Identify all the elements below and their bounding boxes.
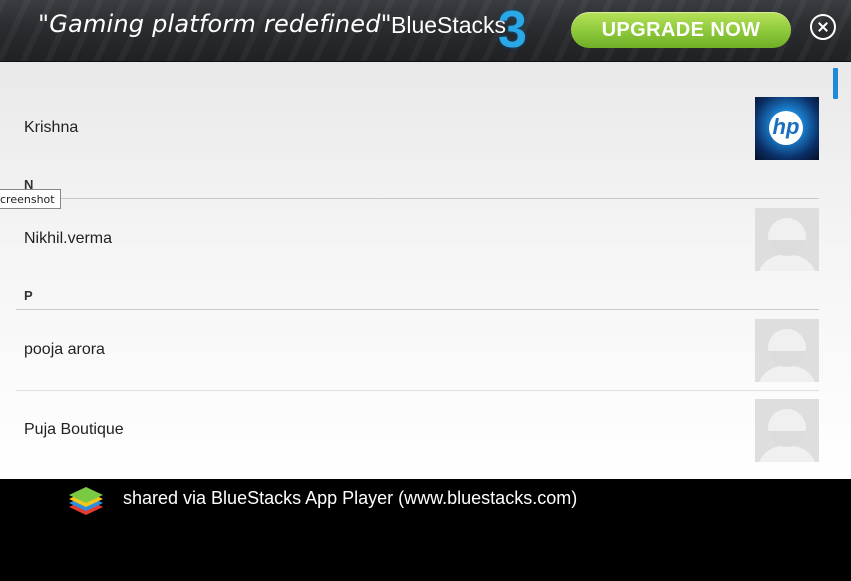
upgrade-now-button[interactable]: UPGRADE NOW	[571, 12, 791, 48]
contact-name: Puja Boutique	[24, 421, 124, 438]
contact-name: Krishna	[24, 119, 79, 136]
list-item[interactable]: pooja arora	[0, 310, 833, 390]
screenshot-tooltip: creenshot	[0, 189, 61, 209]
hp-logo-icon: hp	[769, 111, 803, 145]
list-item[interactable]: Puja Boutique	[0, 391, 833, 479]
contact-name: pooja arora	[24, 341, 105, 358]
list-item[interactable]: Nikhil.verma	[0, 199, 833, 295]
scrollbar[interactable]	[833, 68, 838, 99]
contact-name: Nikhil.verma	[24, 230, 113, 247]
share-footer: shared via BlueStacks App Player (www.bl…	[0, 479, 851, 581]
share-footer-text: shared via BlueStacks App Player (www.bl…	[123, 488, 578, 508]
list-item[interactable]: Krishna hp	[0, 62, 833, 172]
ad-brand-version: 3	[498, 1, 527, 59]
bluestacks-logo-icon	[69, 487, 103, 515]
contact-list[interactable]: Krishna hp N Nikhil.verma P pooja arora …	[0, 62, 851, 479]
default-avatar-icon	[755, 208, 819, 271]
default-avatar-icon	[755, 319, 819, 382]
default-avatar-icon	[755, 399, 819, 462]
section-header-p: P	[24, 288, 33, 303]
ad-brand-name: BlueStacks	[391, 12, 507, 38]
contact-avatar: hp	[755, 97, 819, 160]
close-icon[interactable]	[810, 14, 836, 40]
ad-banner[interactable]: "Gaming platform redefined" BlueStacks 3…	[0, 0, 851, 62]
ad-slogan: "Gaming platform redefined"	[38, 10, 392, 38]
